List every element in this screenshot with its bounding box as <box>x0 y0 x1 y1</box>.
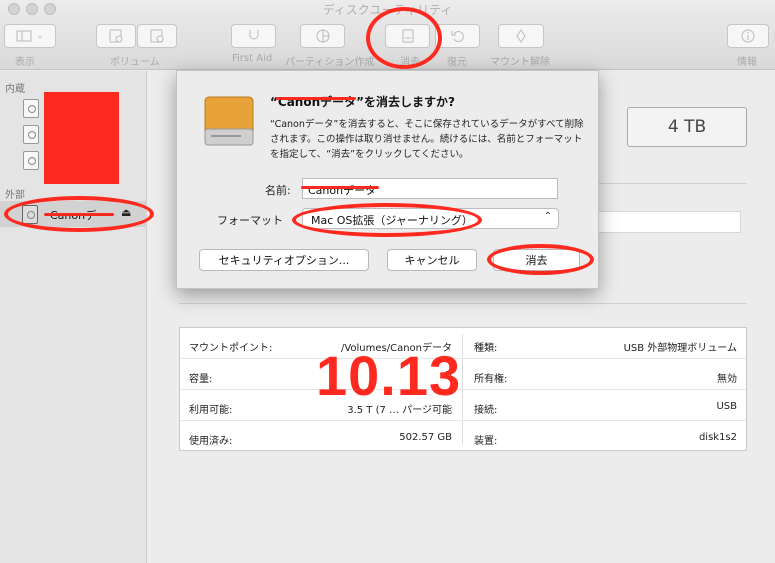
external-drive-icon <box>204 96 254 146</box>
annotation-circle <box>292 203 482 237</box>
annotation-strike <box>44 213 114 216</box>
info-key: 所有権: <box>474 374 508 385</box>
first-aid-button[interactable] <box>231 24 276 48</box>
info-value: 無効 <box>717 374 737 385</box>
version-overlay-text: 10.13 <box>316 344 462 407</box>
redaction-block <box>44 92 119 184</box>
info-key: 使用済み: <box>189 436 233 447</box>
info-label: 情報 <box>737 57 757 68</box>
view-label: 表示 <box>15 57 35 68</box>
up-down-chevron-icon: ⌃ <box>543 211 552 222</box>
sidebar-view-icon <box>16 30 32 42</box>
info-value: USB 外部物理ボリューム <box>623 343 737 354</box>
info-icon <box>741 29 755 43</box>
partition-icon <box>316 29 329 43</box>
format-field-label: フォーマット <box>217 214 283 227</box>
info-key: マウントポイント: <box>189 343 273 354</box>
internal-disk-icon[interactable] <box>23 99 39 118</box>
info-key: 容量: <box>189 374 213 385</box>
volume-label: ボリューム <box>110 57 160 68</box>
info-table: マウントポイント: /Volumes/Canonデータ 種類: USB 外部物理… <box>179 327 747 451</box>
divider <box>179 303 747 304</box>
unmount-button[interactable] <box>498 24 544 48</box>
info-key: 種類: <box>474 343 498 354</box>
partition-button[interactable] <box>300 24 345 48</box>
info-value: 502.57 GB <box>399 432 452 443</box>
info-value: USB <box>716 401 737 412</box>
annotation-circle <box>366 7 442 69</box>
unmount-icon <box>516 29 526 43</box>
add-volume-button[interactable] <box>96 24 136 48</box>
partition-label: パーティション作成 <box>285 57 375 68</box>
restore-label: 復元 <box>447 57 467 68</box>
remove-volume-icon <box>150 29 164 43</box>
annotation-circle <box>487 244 594 275</box>
table-row: マウントポイント: /Volumes/Canonデータ 種類: USB 外部物理… <box>180 328 746 359</box>
table-row: 容量: B 所有権: 無効 <box>180 359 746 390</box>
dialog-title: “Canonデータ”を消去しますか? <box>270 95 455 109</box>
add-volume-icon <box>109 29 123 43</box>
annotation-strike <box>276 97 356 100</box>
info-button[interactable] <box>727 24 769 48</box>
table-row: 使用済み: 502.57 GB 装置: disk1s2 <box>180 421 746 452</box>
name-field-label: 名前: <box>265 184 291 197</box>
external-section-label: 外部 <box>5 190 25 201</box>
stethoscope-icon <box>249 30 258 40</box>
internal-volume-icon[interactable] <box>23 125 39 144</box>
info-key: 利用可能: <box>189 405 233 416</box>
sidebar: 内蔵 外部 Canonデ ⏏ <box>0 71 147 563</box>
chevron-down-icon: ⌄ <box>36 31 44 41</box>
table-row: 利用可能: 3.5 T (7 … パージ可能 接続: USB <box>180 390 746 421</box>
info-key: 装置: <box>474 436 498 447</box>
unmount-label: マウント解除 <box>490 57 550 68</box>
dialog-message: “Canonデータ”を消去すると、そこに保存されているデータがすべて削除されます… <box>270 119 584 160</box>
annotation-strike <box>301 186 379 189</box>
cancel-button[interactable]: キャンセル <box>387 249 477 271</box>
info-value: disk1s2 <box>698 432 737 443</box>
restore-icon <box>451 31 464 42</box>
usage-bar <box>599 211 741 233</box>
internal-volume-icon[interactable] <box>23 151 39 170</box>
view-button[interactable]: ⌄ <box>4 24 56 48</box>
info-key: 接続: <box>474 405 498 416</box>
first-aid-label: First Aid <box>232 53 273 64</box>
divider <box>599 183 747 184</box>
internal-section-label: 内蔵 <box>5 84 25 95</box>
remove-volume-button[interactable] <box>137 24 177 48</box>
capacity-badge: 4 TB <box>627 107 747 147</box>
security-options-button[interactable]: セキュリティオプション... <box>199 249 369 271</box>
